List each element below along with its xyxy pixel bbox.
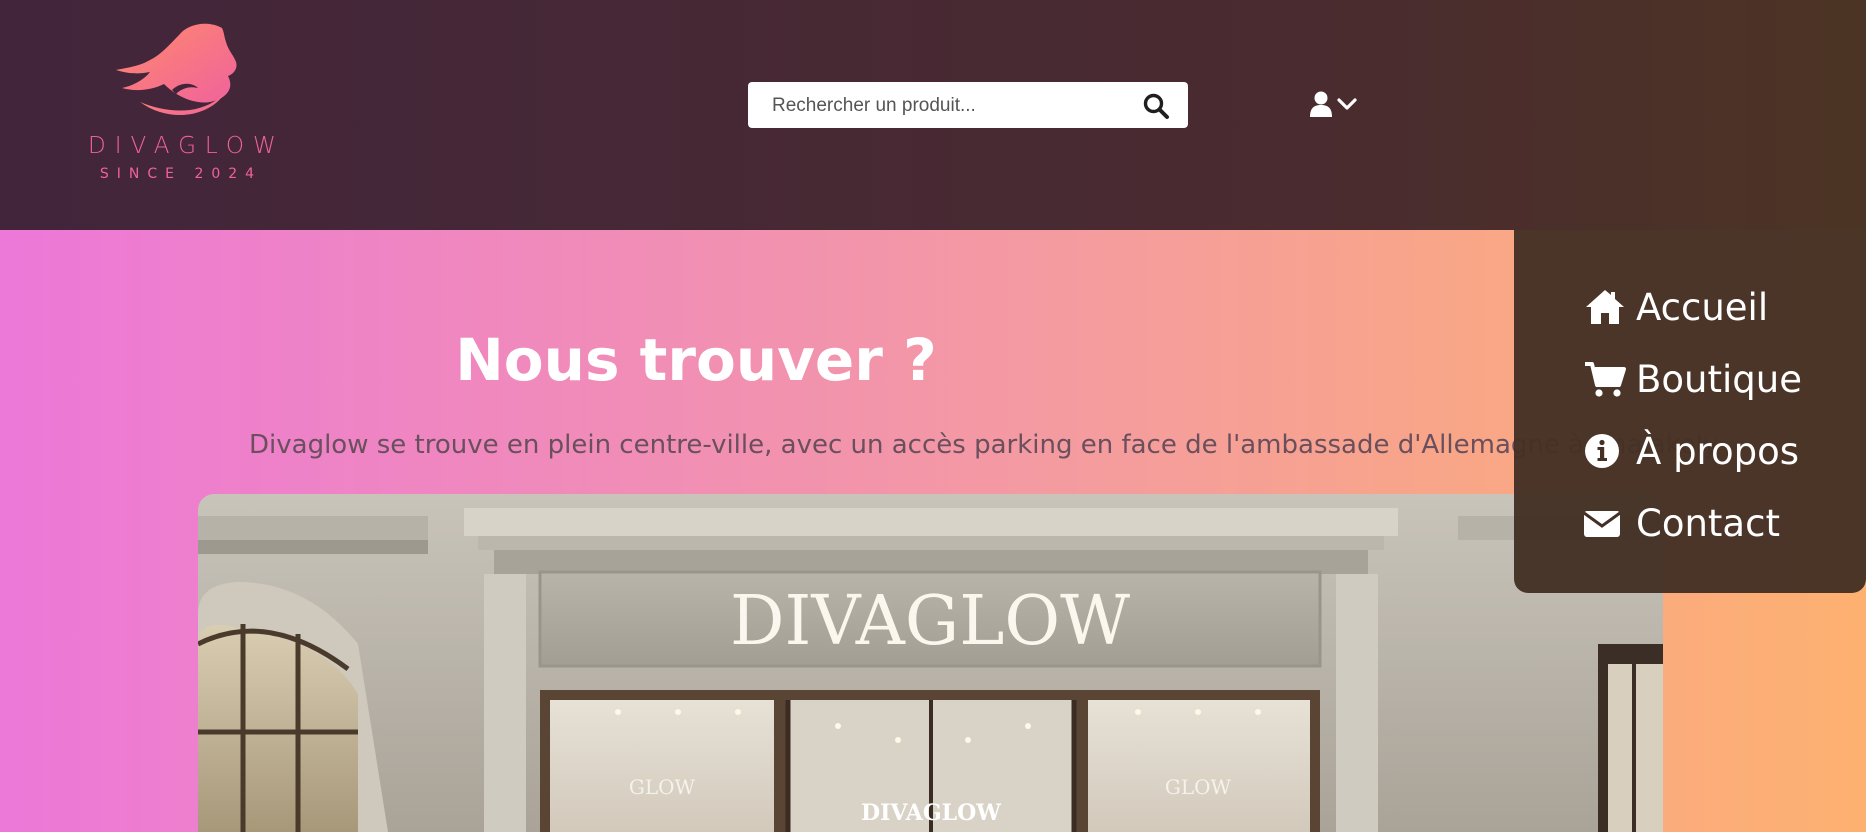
nav-item-label: Contact (1636, 501, 1780, 545)
nav-item-accueil[interactable]: Accueil (1584, 282, 1768, 332)
window-right-text: GLOW (1165, 775, 1232, 799)
envelope-icon (1584, 503, 1626, 543)
logo[interactable]: DIVAGLOW SINCE 2024 (88, 20, 278, 190)
store-sign-text: DIVAGLOW (730, 582, 1130, 661)
search-bar (748, 82, 1188, 128)
nav-item-label: Accueil (1636, 285, 1769, 329)
site-header: DIVAGLOW SINCE 2024 (0, 0, 1866, 230)
cart-icon (1584, 359, 1626, 399)
info-icon (1584, 431, 1626, 471)
woman-profile-logo-icon (116, 23, 237, 116)
nav-item-label: À propos (1636, 429, 1799, 473)
page-subtitle: Divaglow se trouve en plein centre-ville… (249, 430, 1719, 460)
search-icon[interactable] (1142, 92, 1170, 120)
nav-item-a-propos[interactable]: À propos (1584, 426, 1799, 476)
page-title: Nous trouver ? (455, 326, 937, 394)
logo-wordmark: DIVAGLOW (88, 133, 285, 159)
user-menu-toggle[interactable] (1310, 90, 1362, 120)
chevron-down-icon (1337, 98, 1357, 110)
logo-tagline: SINCE 2024 (99, 166, 263, 182)
search-input[interactable] (770, 91, 1124, 121)
user-icon (1310, 91, 1332, 117)
nav-item-boutique[interactable]: Boutique (1584, 354, 1802, 404)
page: DIVAGLOW SINCE 2024 Rechercher un produi… (0, 0, 1866, 832)
window-center-text: DIVAGLOW (861, 800, 1001, 826)
home-icon (1584, 287, 1626, 327)
nav-item-contact[interactable]: Contact (1584, 498, 1780, 548)
storefront-image: DIVAGLOW GLOW DIVAGLOW GLOW (198, 494, 1663, 832)
nav-item-label: Boutique (1636, 357, 1802, 401)
main-nav-dropdown: Accueil Boutique À propos Contact (1514, 230, 1866, 593)
window-left-text: GLOW (629, 775, 696, 799)
